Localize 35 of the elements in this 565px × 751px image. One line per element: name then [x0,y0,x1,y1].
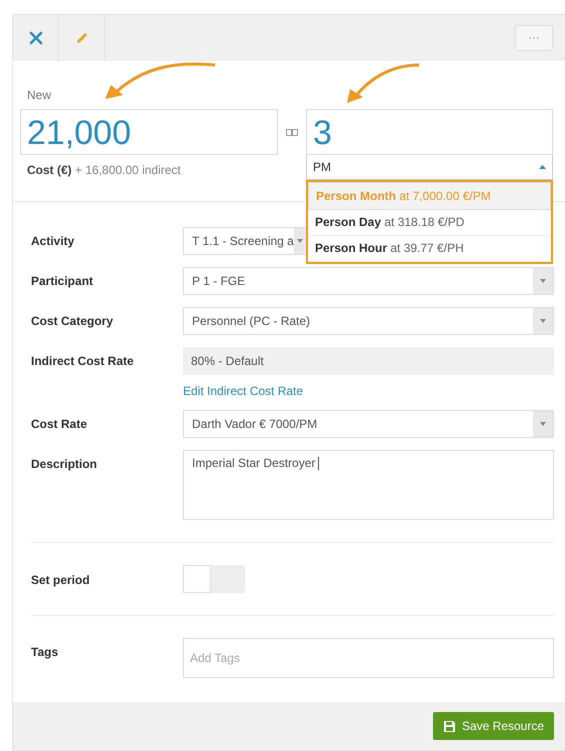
dropdown-button[interactable] [294,228,307,254]
dropdown-button[interactable] [533,308,553,334]
cost-note: Cost (€) + 16,800.00 indirect [27,163,182,177]
field-label: Set period [31,572,91,587]
select-field[interactable]: Personnel (PC - Rate) [183,307,554,335]
caret-icon [539,165,546,169]
field-label: Participant [31,273,94,288]
link-icon [286,129,298,136]
quantity-field[interactable]: 3 [306,109,553,155]
pencil-icon [74,31,88,45]
dropdown-button[interactable] [533,268,553,294]
caret-icon [540,279,546,283]
field-label: Description [31,456,98,471]
field-label: Activity [31,233,76,248]
unit-option[interactable]: Person Hour at 39.77 €/PH [308,236,551,262]
select-field[interactable]: T 1.1 - Screening a [183,227,307,255]
field-label: Cost Rate [31,416,88,431]
field-label: Indirect Cost Rate [31,353,135,368]
dropdown-button[interactable] [533,411,553,437]
caret-icon [540,319,546,323]
cost-field[interactable]: 21,000 [20,109,278,155]
caret-icon [540,422,546,426]
select-field[interactable]: P 1 - FGE [183,267,554,295]
close-icon [28,31,42,45]
new-label: New [27,88,52,102]
field-label: Tags [31,644,60,659]
toggle-switch[interactable] [183,565,245,593]
description-field[interactable]: Imperial Star Destroyer [183,450,554,520]
field-label: Cost Category [31,313,114,328]
save-icon [442,720,456,732]
select-field[interactable]: Darth Vador € 7000/PM [183,410,554,438]
edit-link[interactable]: Edit Indirect Cost Rate [183,384,304,398]
unit-option[interactable]: Person Day at 318.18 €/PD [308,210,551,236]
caret-icon [297,239,304,243]
readonly-field: 80% - Default [183,347,554,375]
